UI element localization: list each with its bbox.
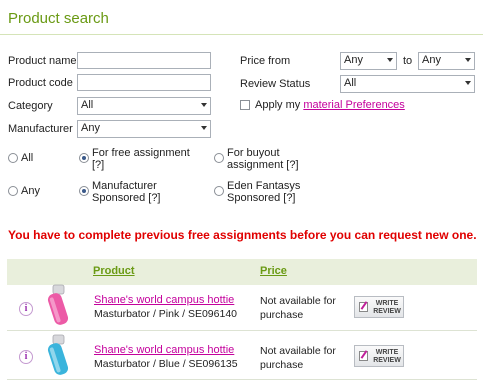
row-divider bbox=[7, 330, 477, 331]
price-to-value: Any bbox=[422, 54, 441, 66]
radio-manufacturer-sponsored-label: Manufacturer Sponsored [?] bbox=[92, 180, 161, 204]
apply-preferences-checkbox[interactable] bbox=[240, 100, 250, 110]
product-details: Masturbator / Blue / SE096135 bbox=[94, 358, 238, 370]
manufacturer-select[interactable]: Any bbox=[77, 120, 211, 138]
price-to-select[interactable]: Any bbox=[418, 52, 475, 70]
radio-buyout-assignment[interactable] bbox=[214, 153, 224, 163]
radio-assignment-all-label: All bbox=[21, 152, 34, 164]
product-name-label: Product name bbox=[8, 55, 77, 67]
chevron-down-icon bbox=[201, 126, 207, 130]
radio-manufacturer-sponsored[interactable] bbox=[79, 186, 89, 196]
radio-eden-sponsored[interactable] bbox=[214, 186, 224, 196]
page-title: Product search bbox=[8, 10, 109, 27]
chevron-down-icon bbox=[387, 58, 393, 62]
product-name-input[interactable] bbox=[77, 52, 211, 69]
chevron-down-icon bbox=[465, 81, 471, 85]
title-divider bbox=[0, 34, 483, 35]
manufacturer-label: Manufacturer bbox=[8, 123, 73, 135]
product-code-input[interactable] bbox=[77, 74, 211, 91]
apply-prefix: Apply my bbox=[255, 99, 301, 111]
chevron-down-icon bbox=[201, 103, 207, 107]
column-header-product[interactable]: Product bbox=[93, 265, 135, 277]
row-divider bbox=[7, 379, 477, 380]
material-preferences-link[interactable]: material Preferences bbox=[303, 99, 405, 111]
category-value: All bbox=[81, 99, 94, 111]
column-header-price[interactable]: Price bbox=[260, 265, 287, 277]
product-code-label: Product code bbox=[8, 77, 73, 89]
manufacturer-value: Any bbox=[81, 122, 100, 134]
apply-preferences-label: Apply my material Preferences bbox=[255, 99, 405, 111]
price-to-label: to bbox=[403, 55, 413, 67]
category-label: Category bbox=[8, 100, 53, 112]
radio-free-assignment-label: For free assignment [?] bbox=[92, 147, 190, 171]
review-status-select[interactable]: All bbox=[340, 75, 475, 93]
pen-icon bbox=[359, 351, 368, 361]
review-status-value: All bbox=[344, 77, 357, 89]
free-assignment-warning: You have to complete previous free assig… bbox=[8, 228, 477, 242]
write-review-button[interactable]: WRITE REVIEW bbox=[354, 296, 404, 318]
product-name-link[interactable]: Shane's world campus hottie bbox=[94, 344, 234, 356]
product-thumbnail[interactable] bbox=[44, 283, 72, 327]
price-from-select[interactable]: Any bbox=[340, 52, 397, 70]
radio-buyout-assignment-label: For buyout assignment [?] bbox=[227, 147, 299, 171]
pen-icon bbox=[359, 302, 368, 312]
price-from-value: Any bbox=[344, 54, 363, 66]
write-review-label: WRITE REVIEW bbox=[373, 349, 401, 364]
radio-sponsor-any[interactable] bbox=[8, 186, 18, 196]
info-icon[interactable]: i bbox=[19, 302, 33, 316]
radio-sponsor-any-label: Any bbox=[21, 185, 40, 197]
results-table-header bbox=[7, 259, 477, 285]
price-status: Not available for purchase bbox=[260, 345, 336, 371]
radio-eden-sponsored-label: Eden Fantasys Sponsored [?] bbox=[227, 180, 301, 204]
write-review-button[interactable]: WRITE REVIEW bbox=[354, 345, 404, 367]
radio-assignment-all[interactable] bbox=[8, 153, 18, 163]
category-select[interactable]: All bbox=[77, 97, 211, 115]
radio-free-assignment[interactable] bbox=[79, 153, 89, 163]
price-from-label: Price from bbox=[240, 55, 291, 67]
price-status: Not available for purchase bbox=[260, 295, 336, 321]
product-details: Masturbator / Pink / SE096140 bbox=[94, 308, 237, 320]
info-icon[interactable]: i bbox=[19, 350, 33, 364]
review-status-label: Review Status bbox=[240, 78, 311, 90]
product-name-link[interactable]: Shane's world campus hottie bbox=[94, 294, 234, 306]
write-review-label: WRITE REVIEW bbox=[373, 300, 401, 315]
chevron-down-icon bbox=[465, 58, 471, 62]
product-thumbnail[interactable] bbox=[44, 333, 72, 377]
